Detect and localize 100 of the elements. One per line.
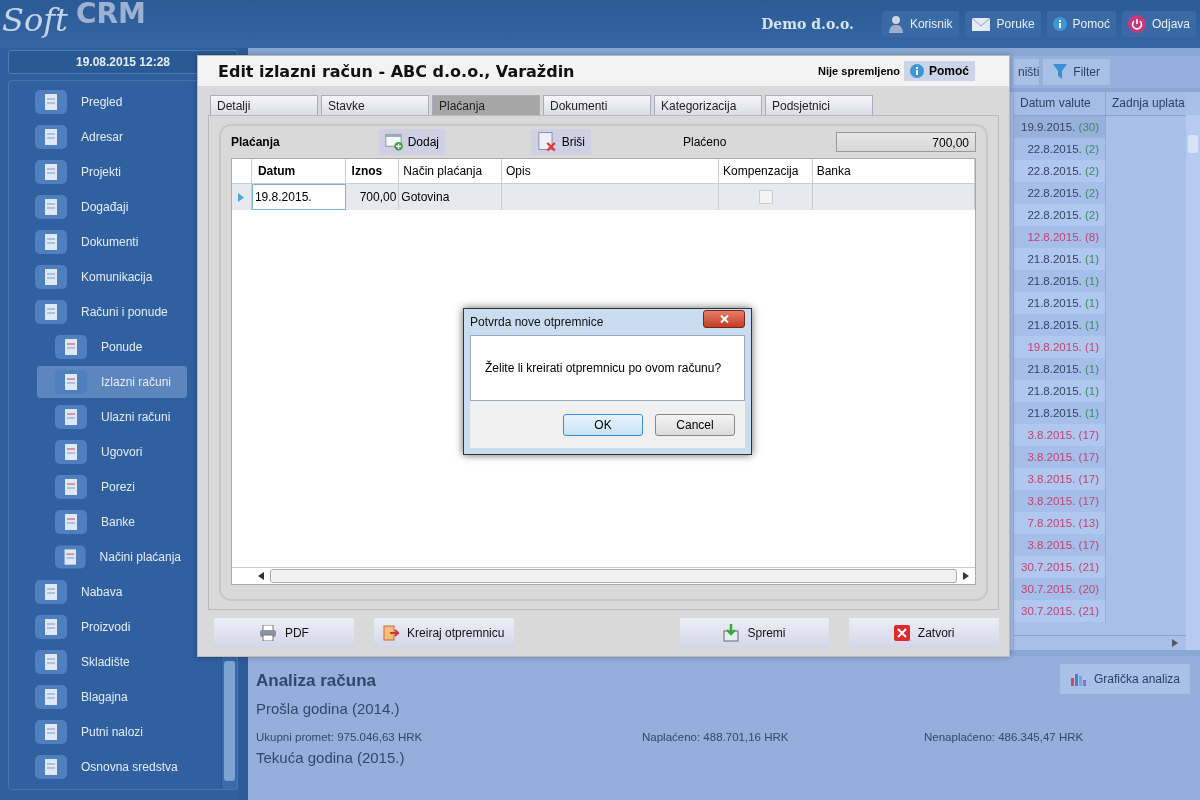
table-cell[interactable]: 3.8.2015. (17): [1014, 468, 1106, 490]
dialog-button[interactable]: PDF: [214, 618, 354, 648]
table-cell: 700,00: [345, 184, 400, 210]
header-button[interactable]: Poruke: [964, 11, 1041, 37]
dialog-button[interactable]: Kreiraj otpremnicu: [373, 618, 514, 648]
sidebar-item[interactable]: Ugovori: [37, 436, 187, 468]
table-cell[interactable]: 30.7.2015. (21): [1014, 556, 1106, 578]
table-cell[interactable]: 21.8.2015. (1): [1014, 380, 1106, 402]
column-header[interactable]: Iznos: [345, 159, 400, 183]
table-cell[interactable]: 7.8.2015. (13): [1014, 512, 1106, 534]
document-icon: [55, 475, 87, 499]
document-icon: [35, 650, 67, 674]
close-button[interactable]: [703, 310, 745, 328]
table-cell[interactable]: 22.8.2015. (2): [1014, 160, 1106, 182]
header-button[interactable]: Korisnik: [881, 11, 959, 37]
tab[interactable]: Detalji: [210, 95, 318, 115]
column-header[interactable]: Zadnja uplata: [1106, 92, 1186, 115]
table-cell[interactable]: 22.8.2015. (2): [1014, 204, 1106, 226]
sidebar-item[interactable]: Blagajna: [25, 681, 197, 713]
arrow-right-icon[interactable]: [963, 572, 969, 580]
table-cell[interactable]: 21.8.2015. (1): [1014, 292, 1106, 314]
table-cell[interactable]: 21.8.2015. (1): [1014, 248, 1106, 270]
column-header[interactable]: Kompenzacija: [719, 159, 813, 183]
sidebar-item[interactable]: Banke: [37, 506, 187, 538]
funnel-icon: [1053, 64, 1068, 80]
envelope-icon: [970, 16, 991, 32]
close-icon: [719, 315, 729, 323]
person-icon: [887, 15, 904, 33]
sidebar-item[interactable]: Nabava: [25, 576, 197, 608]
document-arrow-icon: [383, 625, 400, 641]
panel-title: Plaćanja: [231, 135, 281, 149]
column-header[interactable]: Datum valute: [1014, 92, 1106, 115]
bar-chart-icon: [1069, 672, 1086, 686]
info-icon: [910, 64, 924, 78]
document-icon: [35, 300, 67, 324]
delete-document-icon: [537, 131, 558, 153]
sidebar-item[interactable]: Porezi: [37, 471, 187, 503]
dialog-button[interactable]: OK: [563, 413, 643, 436]
document-icon: [35, 615, 67, 639]
checkbox[interactable]: [759, 190, 774, 204]
sidebar-item[interactable]: Proizvodi: [25, 611, 197, 643]
section-title: Analiza računa: [256, 671, 376, 691]
tab[interactable]: Stavke: [321, 95, 429, 115]
sidebar-item[interactable]: Adresar: [25, 121, 197, 153]
document-icon: [55, 510, 87, 534]
header-button[interactable]: Pomoć: [1046, 11, 1116, 37]
column-header[interactable]: Opis: [501, 159, 720, 183]
sidebar-item[interactable]: Komunikacija: [25, 261, 197, 293]
sidebar-item[interactable]: Skladište: [25, 646, 197, 678]
document-icon: [55, 440, 87, 464]
document-icon: [35, 685, 67, 709]
dialog-button[interactable]: Zatvori: [849, 618, 999, 648]
sidebar-item[interactable]: Događaji: [25, 191, 197, 223]
sidebar-item[interactable]: Izlazni računi: [37, 366, 187, 398]
toolbar-button[interactable]: ništi: [1014, 59, 1040, 85]
scrollbar[interactable]: [1186, 115, 1200, 650]
column-header[interactable]: Način plaćanja: [399, 159, 502, 183]
delete-button[interactable]: Briši: [531, 129, 591, 155]
logo-script-text: Soft: [2, 0, 69, 40]
row-pointer-icon: [238, 192, 245, 202]
help-button[interactable]: Pomoć: [904, 61, 975, 81]
sidebar-item[interactable]: Osnovna sredstva: [25, 751, 197, 783]
dialog-button[interactable]: Cancel: [655, 413, 735, 436]
tab[interactable]: Kategorizacija: [654, 95, 762, 115]
column-header[interactable]: Datum: [251, 159, 346, 183]
save-status: Nije spremljeno: [818, 65, 900, 77]
document-icon: [35, 230, 67, 254]
scrollbar[interactable]: [232, 567, 975, 584]
document-icon: [55, 545, 86, 569]
company-name: Demo d.o.o.: [761, 16, 854, 32]
sidebar-item[interactable]: Ponude: [37, 331, 187, 363]
add-button[interactable]: Dodaj: [379, 129, 445, 155]
sidebar-item[interactable]: Načini plaćanja: [37, 541, 187, 573]
tab[interactable]: Plaćanja: [432, 95, 540, 115]
table-cell[interactable]: 3.8.2015. (17): [1014, 424, 1106, 446]
document-icon: [35, 755, 67, 779]
scrollbar[interactable]: [1014, 635, 1186, 650]
toolbar-button[interactable]: Filter: [1043, 59, 1110, 85]
table-row[interactable]: 19.8.2015. 700,00 Gotovina: [232, 184, 975, 210]
period-title: Tekuća godina (2015.): [256, 749, 406, 766]
sidebar-item[interactable]: Pregled: [25, 86, 197, 118]
arrow-left-icon[interactable]: [258, 572, 264, 580]
header-button[interactable]: Odjava: [1121, 11, 1196, 37]
chart-button[interactable]: Grafička analiza: [1059, 664, 1190, 694]
sidebar-item[interactable]: Ulazni računi: [37, 401, 187, 433]
sidebar-item[interactable]: Putni nalozi: [25, 716, 197, 748]
table-cell[interactable]: 30.7.2015. (21): [1014, 600, 1106, 622]
table-cell[interactable]: 19.8.2015. (1): [1014, 336, 1106, 358]
document-icon: [35, 90, 67, 114]
add-window-icon: [385, 132, 404, 152]
power-icon: [1127, 15, 1146, 33]
table-cell[interactable]: 19.9.2015. (30): [1014, 116, 1106, 138]
sidebar-item[interactable]: Računi i ponude: [25, 296, 197, 328]
sidebar-item[interactable]: Projekti: [25, 156, 197, 188]
sidebar-item[interactable]: Dokumenti: [25, 226, 197, 258]
table-cell[interactable]: 19.8.2015.: [251, 184, 346, 210]
dialog-button[interactable]: Spremi: [679, 618, 830, 648]
tab[interactable]: Dokumenti: [543, 95, 651, 115]
column-header[interactable]: Banka: [812, 159, 975, 183]
tab[interactable]: Podsjetnici: [765, 95, 873, 115]
